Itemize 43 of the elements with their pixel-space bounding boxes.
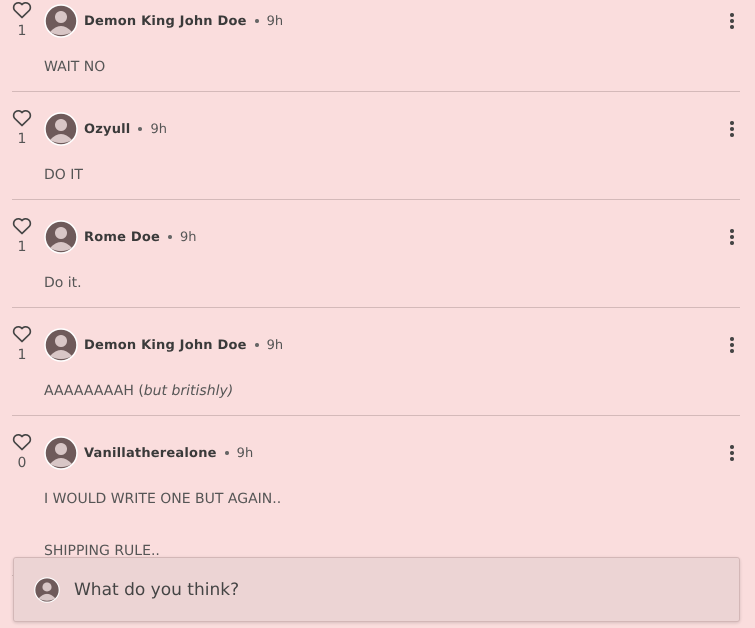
avatar-icon <box>44 112 78 146</box>
heart-icon[interactable] <box>12 217 32 235</box>
more-options-icon[interactable] <box>730 229 734 245</box>
more-options-icon[interactable] <box>730 445 734 461</box>
heart-icon[interactable] <box>12 109 32 127</box>
author-name[interactable]: Rome Doe <box>84 230 160 244</box>
comment-text: I WOULD WRITE ONE BUT AGAIN.. <box>44 490 282 509</box>
like-count: 1 <box>18 239 26 255</box>
avatar-icon <box>44 220 78 254</box>
comment-text: AAAAAAAAH (but britishly) <box>44 382 234 401</box>
heart-icon[interactable] <box>12 433 32 451</box>
avatar-icon <box>44 328 78 362</box>
timestamp: 9h <box>236 446 254 460</box>
comment-text: WAIT NO <box>44 58 106 77</box>
like-count: 0 <box>18 455 26 471</box>
comment-field[interactable]: What do you think? <box>13 557 740 622</box>
like-count: 1 <box>18 23 26 39</box>
author-name[interactable]: Demon King John Doe <box>84 14 247 28</box>
avatar-icon <box>44 436 78 470</box>
avatar-icon <box>34 576 60 602</box>
separator-dot <box>254 19 259 23</box>
like-count: 1 <box>18 131 26 147</box>
heart-icon[interactable] <box>12 1 32 19</box>
more-options-icon[interactable] <box>730 121 734 137</box>
timestamp: 9h <box>180 230 196 244</box>
more-options-icon[interactable] <box>730 337 734 353</box>
timestamp: 9h <box>150 122 167 136</box>
comment-text: Do it. <box>44 274 83 293</box>
more-options-icon[interactable] <box>730 13 734 29</box>
separator-dot <box>138 127 142 131</box>
like-count: 1 <box>18 347 26 363</box>
avatar-icon <box>44 4 78 38</box>
timestamp: 9h <box>266 338 284 352</box>
comment-text: DO IT <box>44 166 84 185</box>
separator-dot <box>254 343 259 347</box>
timestamp: 9h <box>266 14 284 28</box>
placeholder-text: What do you think? <box>74 580 240 600</box>
author-name[interactable]: Demon King John Doe <box>84 338 247 352</box>
separator-dot <box>224 451 229 455</box>
heart-icon[interactable] <box>12 325 32 343</box>
author-name[interactable]: Ozyull <box>84 122 130 136</box>
separator-dot <box>168 235 172 239</box>
author-name[interactable]: Vanillatherealone <box>84 446 217 460</box>
